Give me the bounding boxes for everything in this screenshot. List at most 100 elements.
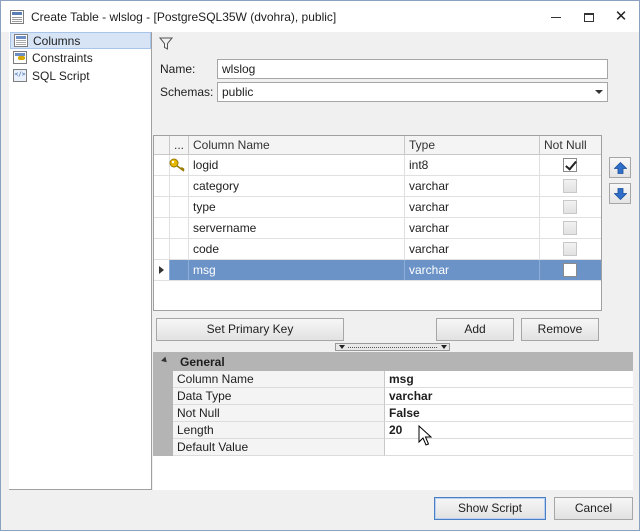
cell-type[interactable]: varchar xyxy=(405,197,540,217)
move-down-button[interactable] xyxy=(609,183,631,204)
not-null-checkbox[interactable] xyxy=(563,242,577,256)
mouse-cursor-icon xyxy=(418,425,432,446)
set-primary-key-button[interactable]: Set Primary Key xyxy=(156,318,344,341)
section-nav: Columns Constraints SQL Script xyxy=(9,32,152,490)
property-name: Not Null xyxy=(173,405,385,422)
row-indicator xyxy=(170,197,189,217)
property-name: Default Value xyxy=(173,439,385,456)
script-icon xyxy=(13,69,27,82)
property-gutter xyxy=(153,439,173,456)
close-button[interactable]: ✕ xyxy=(603,1,639,32)
show-script-button[interactable]: Show Script xyxy=(434,497,546,520)
table-row[interactable]: type varchar xyxy=(154,197,601,218)
close-icon: ✕ xyxy=(614,8,628,25)
nav-item-constraints[interactable]: Constraints xyxy=(10,50,151,67)
cell-column-name[interactable]: category xyxy=(189,176,405,196)
cell-column-name[interactable]: logid xyxy=(189,155,405,175)
not-null-checkbox[interactable] xyxy=(563,158,577,172)
property-row[interactable]: Length 20 xyxy=(153,422,633,439)
not-null-checkbox[interactable] xyxy=(563,263,577,277)
remove-column-button[interactable]: Remove xyxy=(521,318,599,341)
schemas-selected-value: public xyxy=(222,85,254,99)
nav-item-label: SQL Script xyxy=(32,69,90,83)
cell-type[interactable]: int8 xyxy=(405,155,540,175)
chevron-down-icon xyxy=(595,90,603,94)
create-table-dialog: Create Table - wlslog - [PostgreSQL35W (… xyxy=(0,0,640,531)
table-row[interactable]: logid int8 xyxy=(154,155,601,176)
minimize-button[interactable] xyxy=(538,1,574,32)
row-indicator xyxy=(170,260,189,280)
property-row[interactable]: Data Type varchar xyxy=(153,388,633,405)
table-row[interactable]: category varchar xyxy=(154,176,601,197)
splitter-arrow-icon xyxy=(339,345,345,349)
group-label: General xyxy=(180,355,225,369)
schemas-select[interactable]: public xyxy=(217,82,608,102)
title-bar: Create Table - wlslog - [PostgreSQL35W (… xyxy=(1,1,639,32)
property-gutter xyxy=(153,405,173,422)
cell-column-name[interactable]: servername xyxy=(189,218,405,238)
nav-item-sql-script[interactable]: SQL Script xyxy=(10,68,151,85)
name-label: Name: xyxy=(160,62,196,76)
property-gutter xyxy=(153,371,173,388)
header-column-name[interactable]: Column Name xyxy=(189,136,405,155)
nav-item-columns[interactable]: Columns xyxy=(10,32,151,49)
collapse-icon[interactable] xyxy=(161,356,169,365)
cell-type[interactable]: varchar xyxy=(405,176,540,196)
maximize-icon xyxy=(584,13,594,23)
row-indicator xyxy=(170,176,189,196)
row-selector[interactable] xyxy=(154,239,170,259)
property-name: Data Type xyxy=(173,388,385,405)
header-indicator[interactable]: ... xyxy=(170,136,189,155)
cell-column-name[interactable]: type xyxy=(189,197,405,217)
row-selector[interactable] xyxy=(154,176,170,196)
property-name: Length xyxy=(173,422,385,439)
row-selector[interactable] xyxy=(154,155,170,175)
filter-icon[interactable] xyxy=(159,37,173,51)
property-name: Column Name xyxy=(173,371,385,388)
nav-item-label: Constraints xyxy=(32,51,93,65)
table-row[interactable]: servername varchar xyxy=(154,218,601,239)
property-row[interactable]: Not Null False xyxy=(153,405,633,422)
row-selector[interactable] xyxy=(154,260,170,280)
window-title: Create Table - wlslog - [PostgreSQL35W (… xyxy=(31,10,337,24)
header-not-null[interactable]: Not Null xyxy=(540,136,601,155)
nav-item-label: Columns xyxy=(33,34,81,48)
add-column-button[interactable]: Add xyxy=(436,318,514,341)
row-selector[interactable] xyxy=(154,197,170,217)
row-selector[interactable] xyxy=(154,218,170,238)
header-type[interactable]: Type xyxy=(405,136,540,155)
table-name-input[interactable] xyxy=(217,59,608,79)
move-up-button[interactable] xyxy=(609,157,631,178)
constraint-key-icon xyxy=(13,51,27,64)
current-row-icon xyxy=(159,266,164,274)
property-value[interactable]: False xyxy=(385,405,633,422)
table-row[interactable]: code varchar xyxy=(154,239,601,260)
maximize-button[interactable] xyxy=(571,1,607,32)
cell-column-name[interactable]: code xyxy=(189,239,405,259)
property-value[interactable]: varchar xyxy=(385,388,633,405)
property-gutter xyxy=(153,422,173,439)
property-row[interactable]: Default Value xyxy=(153,439,633,456)
splitter-grip xyxy=(348,347,437,348)
not-null-checkbox[interactable] xyxy=(563,221,577,235)
minimize-icon xyxy=(551,17,561,19)
property-value[interactable]: msg xyxy=(385,371,633,388)
property-row[interactable]: Column Name msg xyxy=(153,371,633,388)
panel-splitter[interactable] xyxy=(335,343,450,351)
table-row-selected[interactable]: msg varchar xyxy=(154,260,601,281)
column-properties: General Column Name msg Data Type varcha… xyxy=(153,352,633,490)
cell-type[interactable]: varchar xyxy=(405,239,540,259)
not-null-checkbox[interactable] xyxy=(563,179,577,193)
cell-column-name[interactable]: msg xyxy=(189,260,405,280)
table-app-icon xyxy=(10,10,24,24)
not-null-checkbox[interactable] xyxy=(563,200,577,214)
columns-grid: ... Column Name Type Not Null logid int8… xyxy=(153,135,602,311)
properties-group-general[interactable]: General xyxy=(153,352,633,371)
property-gutter xyxy=(153,388,173,405)
cancel-button[interactable]: Cancel xyxy=(554,497,633,520)
cell-type[interactable]: varchar xyxy=(405,260,540,280)
columns-panel: Name: Schemas: public ... Column Name Ty… xyxy=(153,32,633,490)
row-indicator xyxy=(169,155,189,175)
cell-type[interactable]: varchar xyxy=(405,218,540,238)
arrow-down-icon xyxy=(614,188,627,200)
